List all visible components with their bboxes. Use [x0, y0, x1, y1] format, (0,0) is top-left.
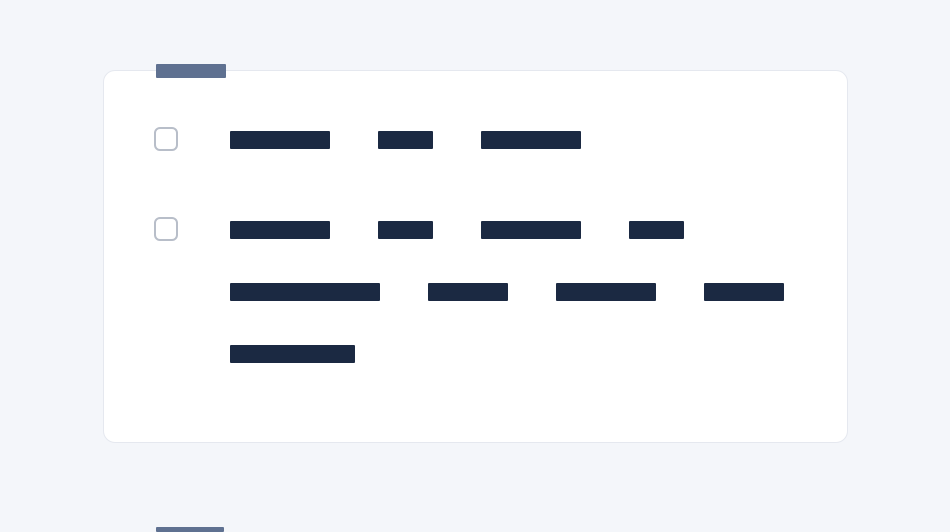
text-placeholder	[629, 221, 684, 239]
text-placeholder	[230, 345, 355, 363]
section-tab-label	[156, 64, 226, 78]
option-row	[154, 221, 797, 363]
text-placeholder	[378, 221, 433, 239]
text-placeholder	[428, 283, 508, 301]
text-placeholder	[481, 221, 581, 239]
text-placeholder	[556, 283, 656, 301]
text-placeholder	[481, 131, 581, 149]
text-placeholder	[230, 131, 330, 149]
options-card	[103, 70, 848, 443]
option-2-text	[230, 221, 797, 363]
text-placeholder	[230, 221, 330, 239]
text-placeholder	[378, 131, 433, 149]
footer-section-label	[156, 527, 224, 532]
text-placeholder	[704, 283, 784, 301]
option-row	[154, 131, 797, 151]
text-placeholder	[230, 283, 380, 301]
option-1-text	[230, 131, 581, 149]
checkbox-option-1[interactable]	[154, 127, 178, 151]
checkbox-option-2[interactable]	[154, 217, 178, 241]
